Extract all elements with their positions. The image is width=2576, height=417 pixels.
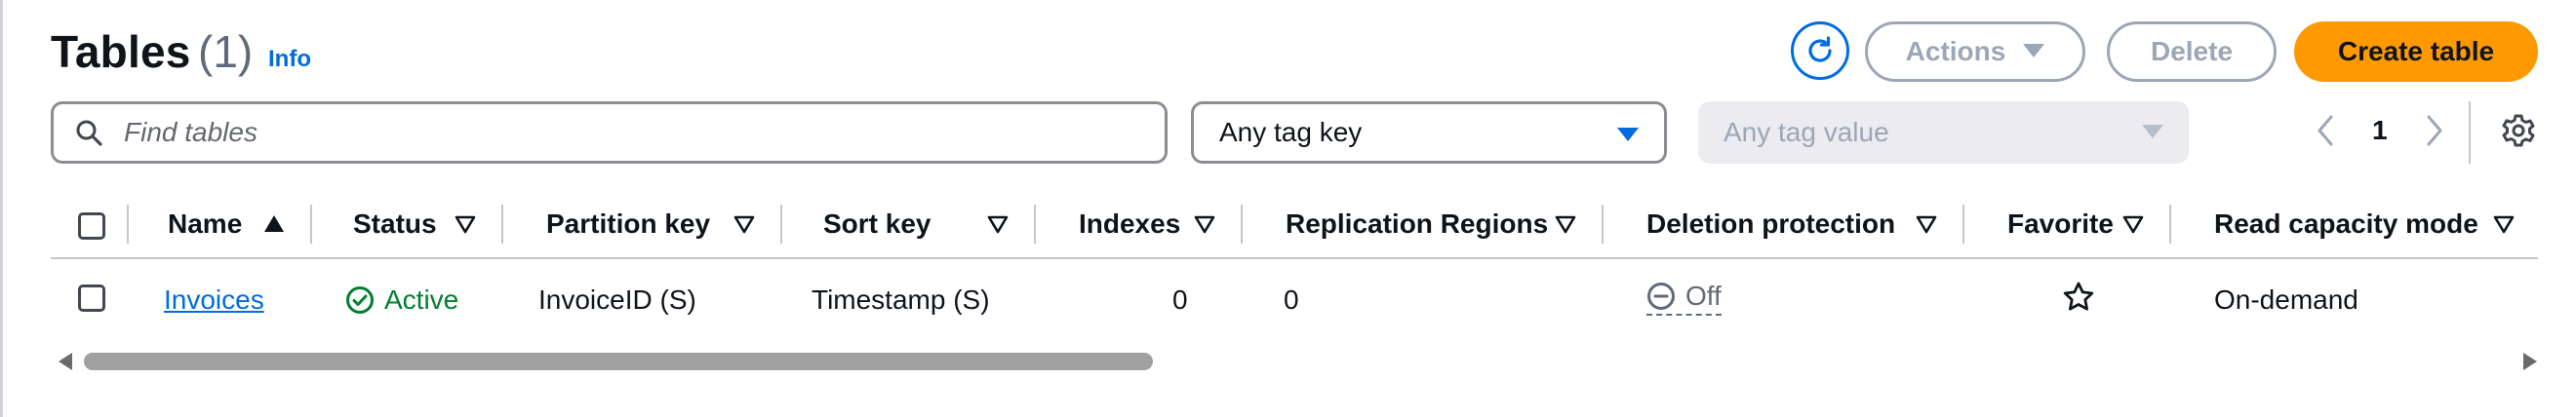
column-header-deletion-protection[interactable]: Deletion protection [1646,208,1895,240]
read-capacity-mode-cell: On-demand [2214,284,2358,315]
star-favorite-icon[interactable] [2062,281,2095,314]
refresh-icon [1808,36,1832,62]
column-divider [2169,205,2171,244]
sort-key-cell: Timestamp (S) [812,284,990,315]
next-page-icon[interactable] [2423,113,2446,148]
scroll-right-arrow[interactable] [2523,353,2537,370]
table-row: Invoices Active InvoiceID (S) Timestamp … [51,265,2538,333]
left-border [0,0,3,417]
sort-icon[interactable] [455,214,476,234]
sort-icon[interactable] [733,214,755,234]
column-header-indexes[interactable]: Indexes [1079,208,1180,240]
column-divider [127,205,129,244]
pager-divider [2469,101,2471,164]
caret-down-icon [2142,125,2163,138]
refresh-button[interactable] [1791,21,1849,80]
search-input[interactable] [122,116,1101,149]
previous-page-icon[interactable] [2314,113,2337,148]
column-divider [1034,205,1036,244]
table-header: Name Status Partition key Sort key Index… [51,195,2538,259]
select-all-checkbox[interactable] [78,212,105,240]
table-count: (1) [198,26,254,77]
replication-regions-cell: 0 [1284,284,1299,315]
create-table-button[interactable]: Create table [2294,21,2538,82]
info-link[interactable]: Info [268,46,311,73]
actions-button[interactable]: Actions [1865,21,2085,82]
actions-label: Actions [1905,36,2006,66]
sort-icon[interactable] [1916,214,1937,234]
scroll-left-arrow[interactable] [59,353,72,370]
tag-value-placeholder: Any tag value [1724,117,1889,147]
page-number[interactable]: 1 [2372,115,2388,146]
search-field[interactable] [51,101,1168,164]
column-header-partition-key[interactable]: Partition key [546,208,710,240]
table-name-link[interactable]: Invoices [164,284,264,316]
column-divider [1241,205,1243,244]
partition-key-cell: InvoiceID (S) [538,284,696,315]
column-divider [780,205,782,244]
column-header-read-capacity-mode[interactable]: Read capacity mode [2214,208,2478,240]
column-divider [501,205,503,244]
column-header-name[interactable]: Name [168,208,242,240]
horizontal-scrollbar-thumb[interactable] [84,353,1153,370]
column-header-status[interactable]: Status [353,208,437,240]
settings-gear-icon[interactable] [2501,113,2536,148]
tag-value-select: Any tag value [1698,101,2189,164]
deletion-protection-status: Off [1646,281,1722,316]
minus-circle-icon [1647,283,1675,310]
row-select-checkbox[interactable] [78,284,105,312]
column-header-favorite[interactable]: Favorite [2007,208,2114,240]
column-header-replication-regions[interactable]: Replication Regions [1286,208,1548,240]
deletion-protection-text: Off [1685,281,1722,311]
indexes-cell: 0 [1172,284,1188,315]
sort-ascending-icon[interactable] [263,214,285,234]
sort-icon[interactable] [2122,214,2144,234]
column-divider [1962,205,1964,244]
column-divider [1602,205,1604,244]
horizontal-scrollbar-track[interactable] [84,353,2513,370]
check-circle-icon [346,286,374,314]
search-icon [76,120,102,146]
sort-icon[interactable] [2493,214,2515,234]
caret-down-icon [1617,128,1639,141]
caret-down-icon [2023,44,2045,57]
sort-icon[interactable] [1555,214,1576,234]
sort-icon[interactable] [1194,214,1215,234]
delete-button[interactable]: Delete [2107,21,2277,82]
tag-key-select[interactable]: Any tag key [1191,101,1667,164]
column-header-sort-key[interactable]: Sort key [823,208,931,240]
sort-icon[interactable] [987,214,1009,234]
status-text: Active [384,284,459,315]
tag-key-value: Any tag key [1219,117,1363,147]
column-divider [310,205,312,244]
status-badge: Active [345,284,458,316]
page-title: Tables [51,26,191,77]
